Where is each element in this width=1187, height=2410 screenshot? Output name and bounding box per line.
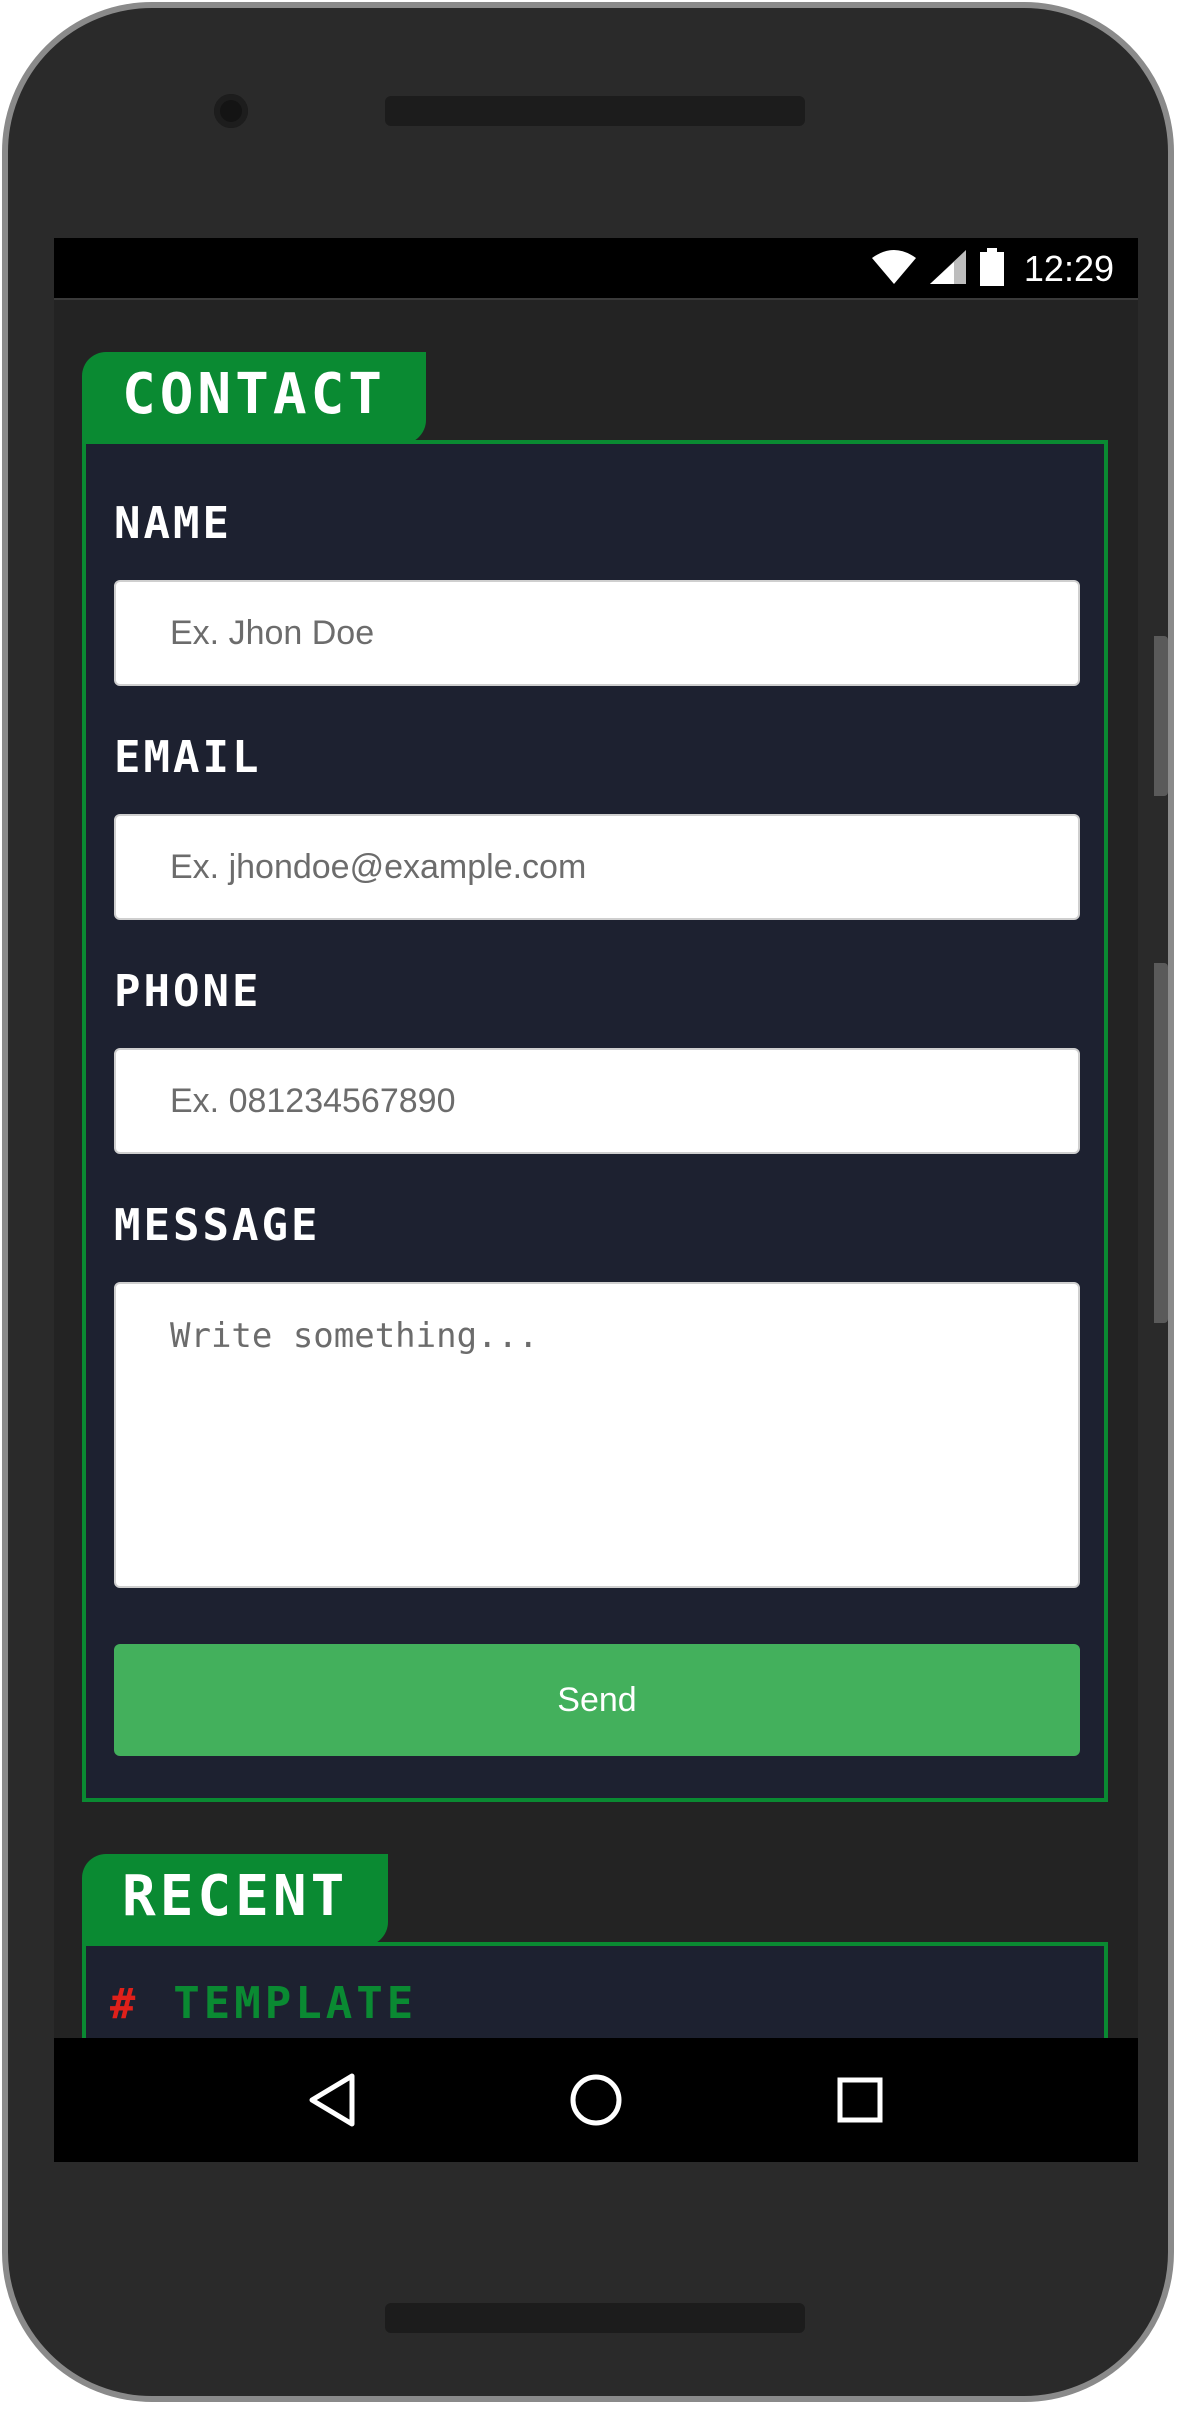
volume-button	[1154, 963, 1168, 1323]
phone-input[interactable]	[114, 1048, 1080, 1154]
phone-frame: 12:29 Contact Name Email Phone Message S…	[2, 2, 1174, 2402]
screen: 12:29 Contact Name Email Phone Message S…	[54, 238, 1138, 2162]
recent-item-label: Template	[173, 1978, 418, 2029]
earpiece-speaker	[385, 96, 805, 126]
status-time: 12:29	[1023, 248, 1114, 289]
recents-icon[interactable]	[820, 2060, 900, 2140]
email-label: Email	[114, 732, 262, 783]
recent-panel: # Template	[82, 1942, 1108, 2038]
back-icon[interactable]	[292, 2060, 372, 2140]
recent-section-title: Recent	[82, 1854, 389, 1946]
email-input[interactable]	[114, 814, 1080, 920]
battery-icon	[979, 247, 1004, 291]
wifi-icon	[871, 249, 916, 289]
status-bar: 12:29	[54, 238, 1138, 300]
name-label: Name	[114, 498, 232, 549]
message-textarea[interactable]	[114, 1282, 1080, 1588]
name-input[interactable]	[114, 580, 1080, 686]
signal-icon	[929, 249, 966, 289]
front-camera	[214, 94, 248, 128]
hash-icon: #	[110, 1979, 140, 2028]
phone-label: Phone	[114, 966, 262, 1017]
page-content: Contact Name Email Phone Message Send Re…	[54, 300, 1138, 2038]
power-button	[1154, 636, 1168, 796]
home-icon[interactable]	[556, 2060, 636, 2140]
contact-section-title: Contact	[82, 352, 427, 444]
recent-item[interactable]: # Template	[110, 1978, 417, 2029]
contact-form: Name Email Phone Message Send	[82, 440, 1108, 1802]
navigation-bar	[54, 2038, 1138, 2162]
send-button[interactable]: Send	[114, 1644, 1080, 1756]
message-label: Message	[114, 1200, 321, 1251]
bottom-speaker	[385, 2303, 805, 2333]
